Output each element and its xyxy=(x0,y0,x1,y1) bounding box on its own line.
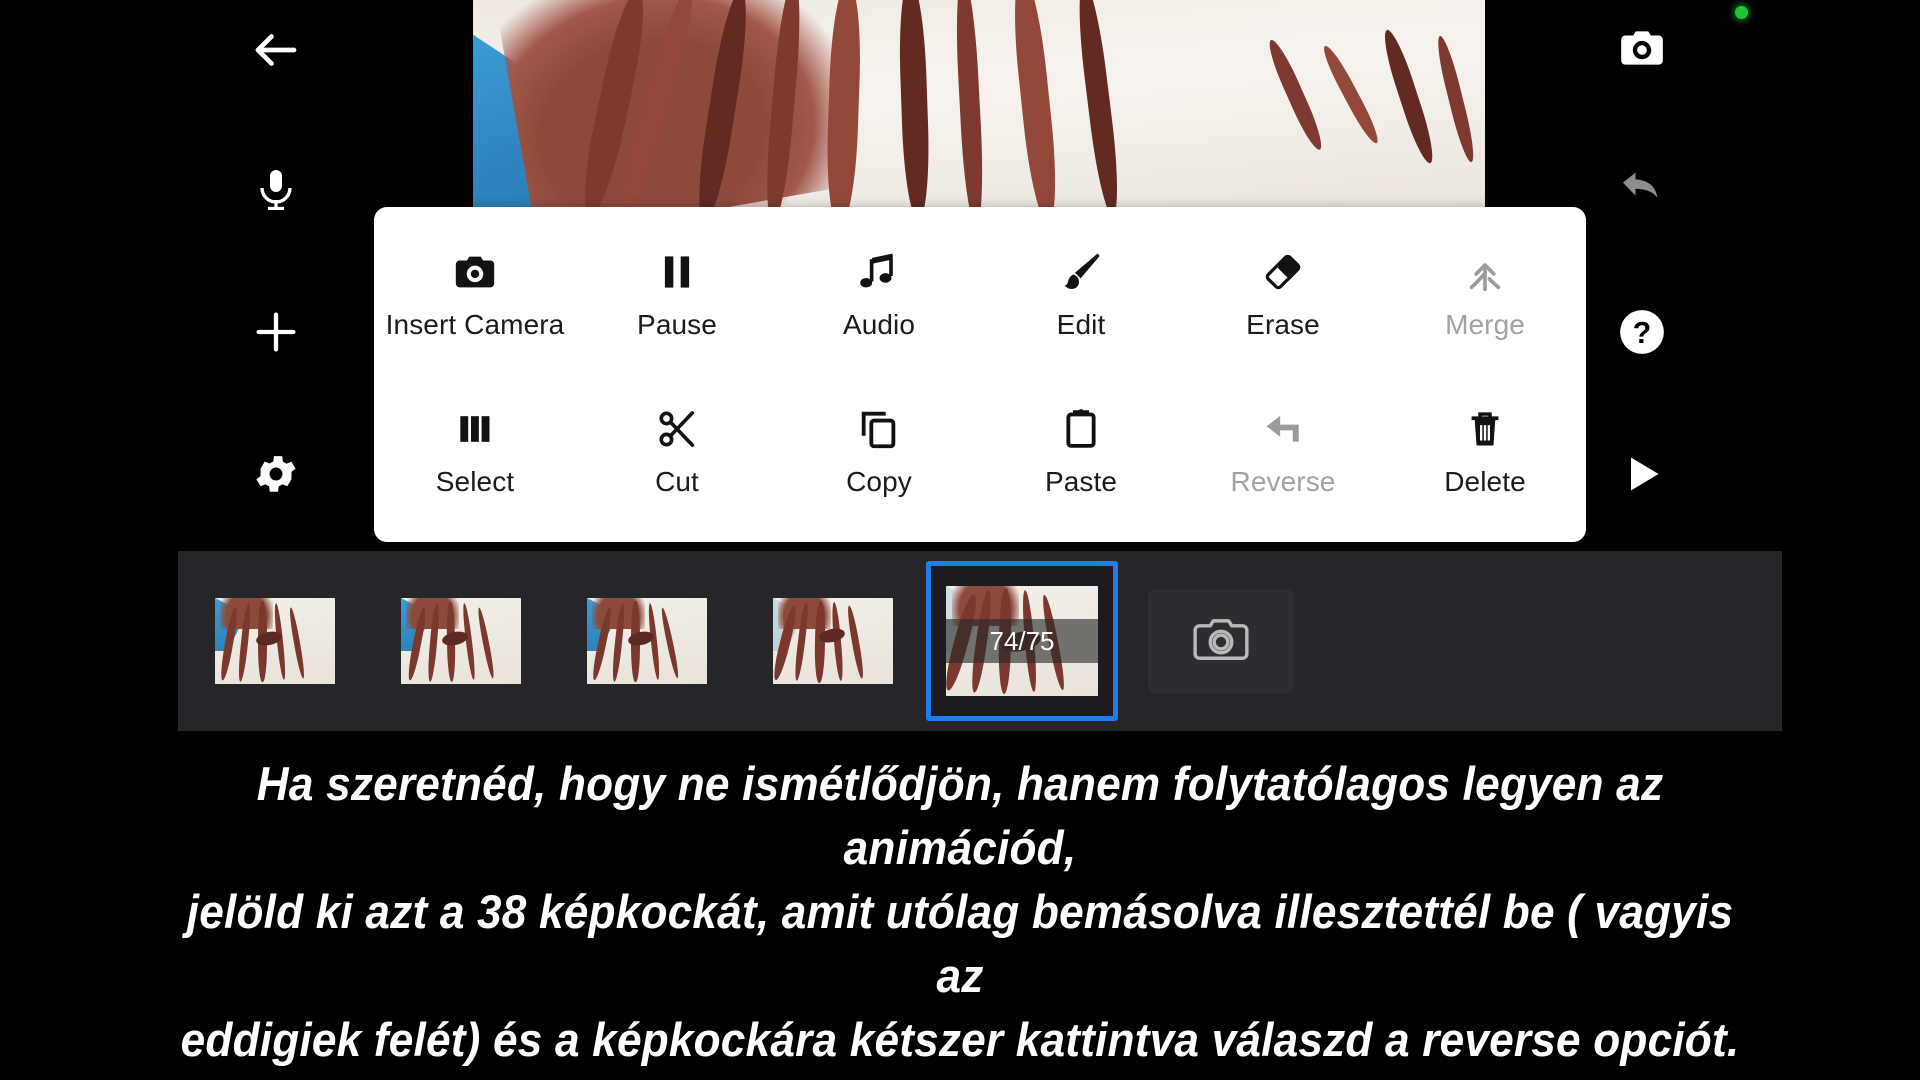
caption-line: eddigiek felét) és a képkockára kétszer … xyxy=(180,1013,1740,1080)
frame-thumbnail xyxy=(773,598,893,684)
frame-thumbnail: 74/75 xyxy=(946,586,1098,696)
undo-icon xyxy=(1616,164,1668,216)
undo-button[interactable] xyxy=(1600,148,1684,232)
table-row[interactable] xyxy=(740,551,926,731)
drawing-canvas[interactable] xyxy=(473,0,1485,207)
menu-item-delete[interactable]: Delete xyxy=(1384,386,1586,543)
menu-item-erase[interactable]: Erase xyxy=(1182,229,1384,386)
caption-line: jelöld ki azt a 38 képkockát, amit utóla… xyxy=(186,885,1734,1002)
copy-icon xyxy=(856,398,902,460)
menu-label: Select xyxy=(435,465,515,497)
selected-frame[interactable]: 74/75 xyxy=(926,561,1118,721)
table-row[interactable] xyxy=(554,551,740,731)
merge-icon xyxy=(1462,241,1508,303)
caption-text: Ha szeretnéd, hogy ne ismétlődjön, hanem… xyxy=(170,752,1749,1080)
frame-timeline[interactable]: 74/75 xyxy=(178,551,1782,731)
zebra-artwork xyxy=(473,0,1485,207)
menu-item-insert-camera[interactable]: Insert Camera xyxy=(374,229,576,386)
camera-icon xyxy=(452,241,498,303)
menu-label: Audio xyxy=(842,309,916,340)
add-frame-button[interactable] xyxy=(1148,589,1294,693)
menu-item-paste[interactable]: Paste xyxy=(980,386,1182,543)
help-button[interactable]: ? xyxy=(1600,290,1684,374)
music-note-icon xyxy=(856,241,902,303)
menu-item-reverse[interactable]: Reverse xyxy=(1182,386,1384,543)
menu-label: Cut xyxy=(655,465,699,497)
trash-icon xyxy=(1462,398,1508,460)
scissors-icon xyxy=(654,398,700,460)
menu-label: Copy xyxy=(846,465,912,497)
menu-item-select[interactable]: Select xyxy=(374,386,576,543)
menu-label: Edit xyxy=(1056,309,1106,340)
settings-button[interactable] xyxy=(234,432,318,516)
menu-label: Reverse xyxy=(1230,465,1336,497)
menu-label: Insert Camera xyxy=(385,309,565,340)
menu-item-cut[interactable]: Cut xyxy=(576,386,778,543)
app-root: ? Insert Camera Pause Audio Edit Erase M… xyxy=(0,0,1920,1080)
menu-label: Paste xyxy=(1044,465,1118,497)
frame-thumbnail xyxy=(401,598,521,684)
camera-outline-icon xyxy=(1188,606,1254,677)
add-button[interactable] xyxy=(234,290,318,374)
plus-icon xyxy=(250,306,302,358)
gear-icon xyxy=(251,449,301,499)
clipboard-icon xyxy=(1058,398,1104,460)
menu-label: Pause xyxy=(637,309,717,340)
help-icon: ? xyxy=(1617,307,1667,357)
paintbrush-icon xyxy=(1058,241,1104,303)
play-icon xyxy=(1620,452,1664,496)
table-row[interactable] xyxy=(368,551,554,731)
menu-item-merge[interactable]: Merge xyxy=(1384,229,1586,386)
recording-status-indicator xyxy=(1735,6,1748,19)
capture-button[interactable] xyxy=(1600,6,1684,90)
menu-label: Delete xyxy=(1444,465,1526,497)
caption-line: Ha szeretnéd, hogy ne ismétlődjön, hanem… xyxy=(256,757,1664,874)
frame-thumbnail xyxy=(587,598,707,684)
context-menu-grid: Insert Camera Pause Audio Edit Erase Mer… xyxy=(374,229,1586,542)
svg-text:?: ? xyxy=(1633,317,1651,350)
back-arrow-icon xyxy=(249,23,303,77)
menu-item-edit[interactable]: Edit xyxy=(980,229,1182,386)
menu-item-pause[interactable]: Pause xyxy=(576,229,778,386)
eraser-icon xyxy=(1260,241,1306,303)
play-button[interactable] xyxy=(1600,432,1684,516)
pause-icon xyxy=(655,241,699,303)
columns-icon xyxy=(453,398,497,460)
menu-label: Merge xyxy=(1445,309,1525,340)
reverse-arrow-icon xyxy=(1260,398,1306,460)
left-toolbar xyxy=(190,0,370,560)
table-row[interactable] xyxy=(182,551,368,731)
frame-thumbnail xyxy=(215,598,335,684)
menu-item-copy[interactable]: Copy xyxy=(778,386,980,543)
frame-counter: 74/75 xyxy=(946,619,1098,663)
microphone-button[interactable] xyxy=(234,148,318,232)
camera-icon xyxy=(1617,23,1667,73)
context-menu-popup: Insert Camera Pause Audio Edit Erase Mer… xyxy=(374,207,1586,542)
menu-label: Erase xyxy=(1246,309,1320,340)
menu-item-audio[interactable]: Audio xyxy=(778,229,980,386)
back-button[interactable] xyxy=(234,8,318,92)
microphone-icon xyxy=(252,166,300,214)
